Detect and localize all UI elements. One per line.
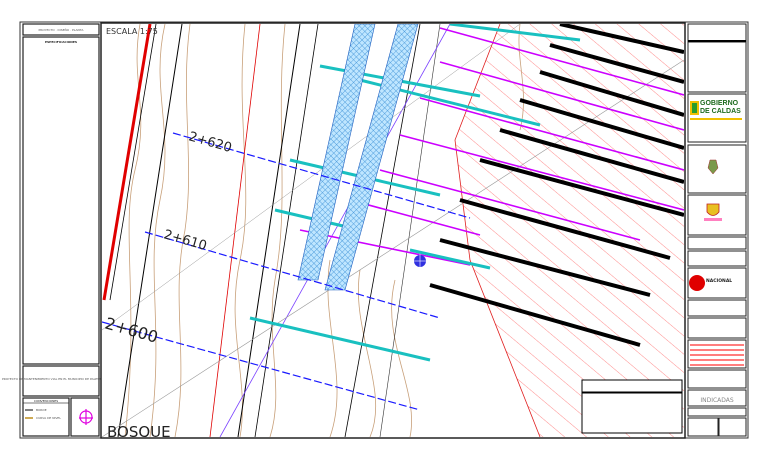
notes-box	[581, 379, 683, 393]
legend-title: CONVENCIONES	[34, 399, 58, 403]
specs-title: ESPECIFICACIONES	[45, 40, 77, 44]
entity-name: GOBIERNO DE CALDAS	[700, 100, 741, 115]
university-name: NACIONAL	[706, 278, 732, 284]
scale-stamp: INDICADAS	[700, 397, 734, 404]
cad-sheet: PROYECTO · DISEÑO · PLANTA ESPECIFICACIO…	[2, 21, 749, 439]
scale-label: ESCALA 1:75	[106, 27, 158, 36]
left-header: PROYECTO · DISEÑO · PLANTA	[39, 27, 85, 32]
legend-label: CURVA DE NIVEL	[36, 416, 61, 420]
legend-label: BORDE	[36, 408, 47, 412]
notes-box	[581, 392, 683, 434]
